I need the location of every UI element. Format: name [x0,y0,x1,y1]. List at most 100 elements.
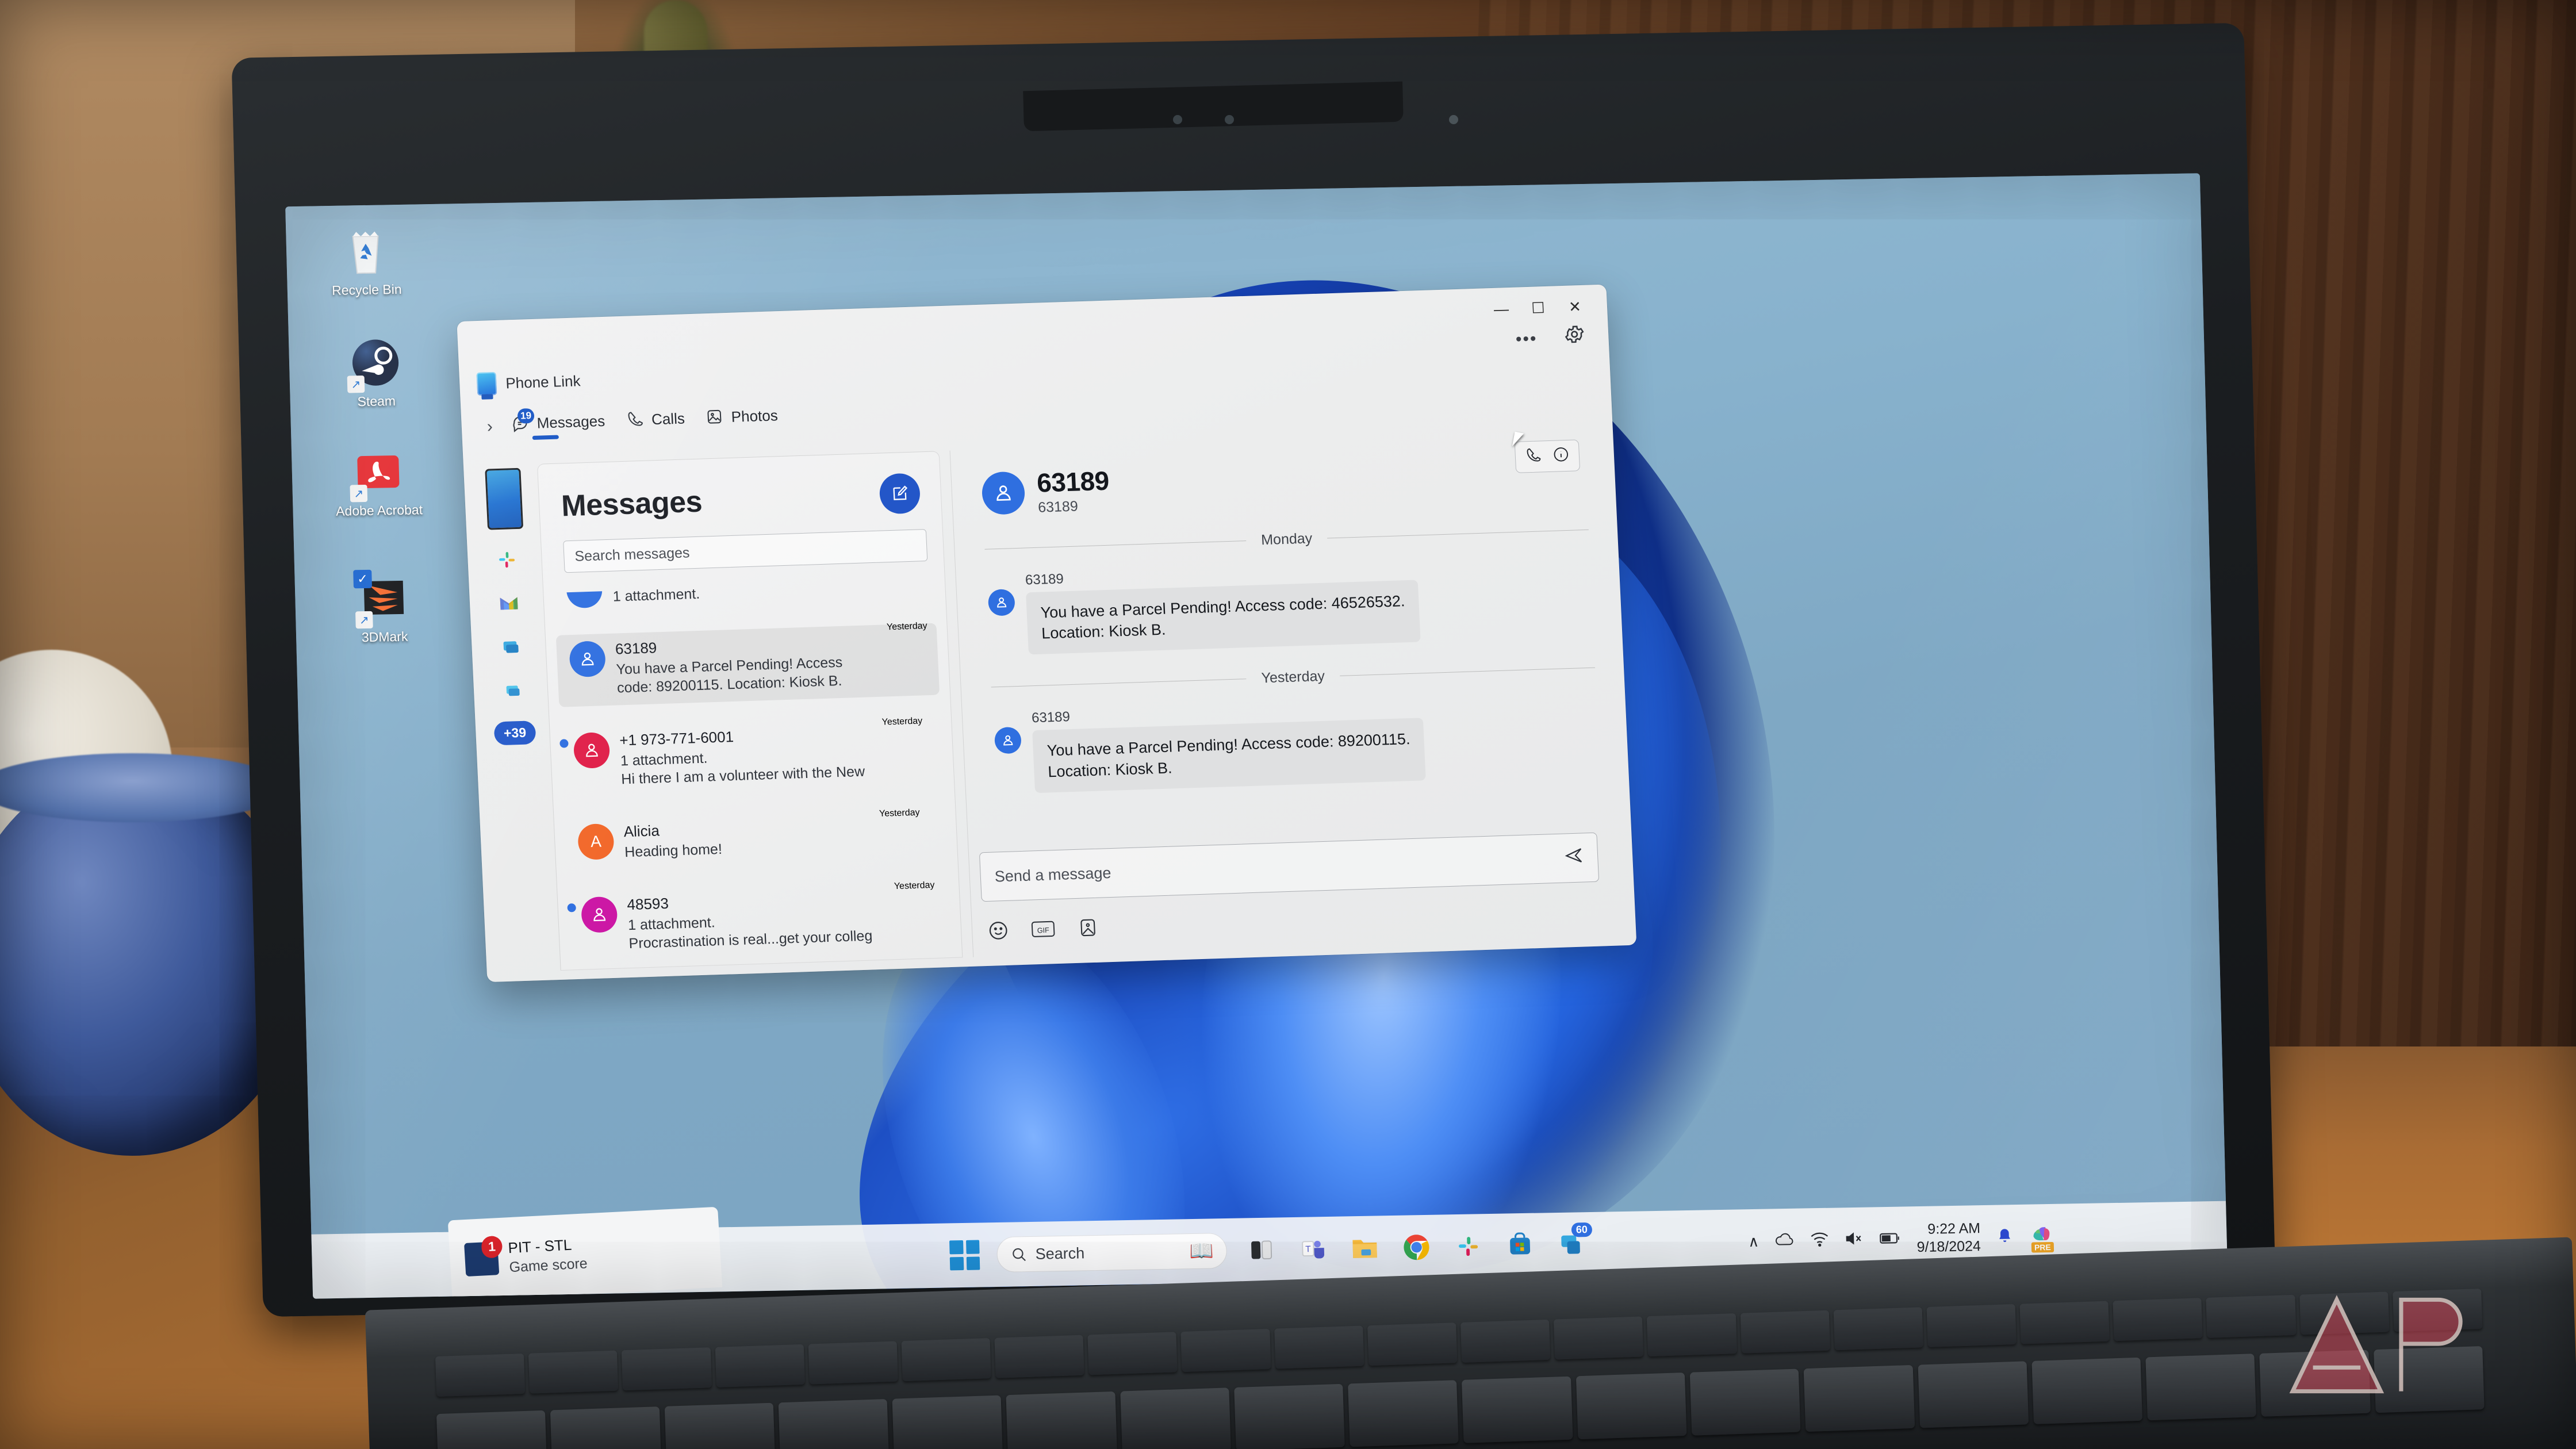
key[interactable] [2145,1354,2257,1421]
battery-button[interactable] [1879,1230,1902,1248]
close-button[interactable]: ✕ [1556,293,1594,320]
conversation-row[interactable]: A Alicia Heading home! [554,806,957,872]
gif-button[interactable]: GIF [1030,917,1056,941]
key[interactable] [1462,1376,1573,1443]
bell-icon [1999,1228,2010,1242]
messages-icon: 19 [511,408,535,434]
copilot-button[interactable]: PRE [2029,1222,2054,1253]
taskbar-item-file-explorer[interactable] [1347,1230,1383,1266]
key[interactable] [550,1406,661,1449]
conversation-row[interactable]: 48593 1 attachment. Procrastination is r… [557,879,961,963]
key[interactable] [2113,1298,2203,1341]
key[interactable] [1120,1387,1231,1449]
more-options-button[interactable]: ••• [1515,329,1538,350]
key[interactable] [1740,1310,1830,1354]
more-apps-badge[interactable]: +39 [494,720,536,746]
key[interactable] [435,1353,526,1397]
message-bubble[interactable]: You have a Parcel Pending! Access code: … [1032,718,1426,793]
key[interactable] [1234,1383,1345,1449]
windows-desktop[interactable]: Recycle Bin ↗ Steam ↗ Adobe Acrobat ✓ ↗ … [285,173,2228,1299]
key[interactable] [1348,1380,1459,1447]
key[interactable] [1689,1368,1801,1436]
onedrive-button[interactable] [1774,1232,1795,1250]
slack-icon[interactable] [493,546,521,573]
messaging-icon[interactable] [497,634,525,661]
key[interactable] [1575,1373,1687,1440]
key[interactable] [1833,1307,1923,1351]
list-item[interactable]: Yesterday +1 973-771-6001 1 attachment. … [550,714,954,799]
separator-line [1327,529,1589,539]
settings-button[interactable] [1563,323,1586,348]
desktop-icon-steam[interactable]: ↗ Steam [323,336,428,410]
list-item[interactable]: Yesterday 63189 You have a Parcel Pendin… [546,621,950,707]
key[interactable] [1918,1361,2029,1428]
widgets-icon [1251,1240,1272,1260]
conversation-row-selected[interactable]: 63189 You have a Parcel Pending! Access … [555,623,940,707]
gmail-icon[interactable] [495,590,523,617]
info-button[interactable] [1552,446,1570,466]
key[interactable] [1554,1316,1644,1360]
list-item[interactable]: Yesterday A Alicia Heading home! [554,806,957,872]
message-bubble[interactable]: You have a Parcel Pending! Access code: … [1026,580,1421,655]
thread-contact-name: 63189 [1036,465,1110,498]
search-input[interactable]: Search messages [563,529,928,573]
emoji-button[interactable] [986,918,1011,943]
list-item[interactable]: 1 attachment. [543,580,946,618]
game-score-flyout[interactable]: 1 PIT - STL Game score [447,1206,723,1299]
key[interactable] [715,1344,805,1387]
taskbar-item-chrome[interactable] [1399,1230,1435,1265]
expand-rail-button[interactable]: › [474,411,506,438]
messaging-icon-2[interactable] [499,677,527,704]
key[interactable] [994,1335,1084,1378]
image-button[interactable] [1075,915,1101,940]
phone-screen-thumbnail[interactable] [485,467,524,530]
tab-messages[interactable]: 19 Messages [505,407,620,440]
wifi-button[interactable] [1810,1230,1830,1250]
key[interactable] [664,1402,776,1449]
maximize-button[interactable]: ☐ [1519,294,1557,321]
key[interactable] [778,1399,890,1449]
key[interactable] [2019,1301,2110,1344]
key[interactable] [2031,1357,2143,1424]
key[interactable] [436,1410,547,1449]
tab-photos[interactable]: Photos [699,401,793,427]
notifications-button[interactable] [1995,1226,2014,1249]
volume-button[interactable] [1844,1230,1864,1249]
key[interactable] [1460,1319,1551,1363]
key[interactable] [1274,1325,1364,1369]
message-composer[interactable]: Send a message [979,832,1600,902]
taskbar-item-phone-link[interactable]: 60 [1554,1222,1593,1262]
key[interactable] [1804,1364,1915,1432]
key[interactable] [1647,1313,1737,1357]
clock[interactable]: 9:22 AM 9/18/2024 [1916,1220,1981,1256]
key[interactable] [808,1341,898,1385]
tab-calls[interactable]: Calls [619,405,700,430]
key[interactable] [622,1347,712,1391]
key[interactable] [892,1395,1003,1449]
key[interactable] [1006,1391,1117,1449]
start-button[interactable] [949,1240,980,1271]
key[interactable] [528,1350,619,1394]
taskbar-item-microsoft-store[interactable] [1502,1228,1538,1263]
send-button[interactable] [1563,845,1584,870]
call-button[interactable] [1524,446,1543,467]
list-item[interactable]: Yesterday 48593 1 attachment. Procrastin… [557,879,961,963]
key[interactable] [1180,1328,1271,1373]
minimize-button[interactable]: — [1482,295,1520,323]
thread-actions [1514,439,1581,473]
taskbar-item-teams[interactable]: T [1295,1232,1331,1267]
conversation-row[interactable]: +1 973-771-6001 1 attachment. Hi there I… [550,714,954,799]
key[interactable] [1926,1304,2017,1348]
phone-link-window[interactable]: — ☐ ✕ ••• Phone Link › 19 Messages Calls… [457,284,1637,983]
desktop-icon-recycle-bin[interactable]: Recycle Bin [313,225,419,298]
desktop-icon-adobe-acrobat[interactable]: ↗ Adobe Acrobat [326,446,431,519]
separator-line [991,678,1247,688]
key[interactable] [1087,1332,1178,1375]
key[interactable] [1367,1322,1458,1366]
desktop-icon-3dmark[interactable]: ✓ ↗ 3DMark [331,569,436,646]
tray-expand-button[interactable]: ∧ [1748,1232,1759,1250]
taskbar-item-slack[interactable] [1451,1229,1486,1264]
key[interactable] [901,1338,991,1382]
taskbar-item-widgets[interactable] [1244,1232,1279,1267]
taskbar-search[interactable]: Search 📖 [996,1233,1228,1272]
